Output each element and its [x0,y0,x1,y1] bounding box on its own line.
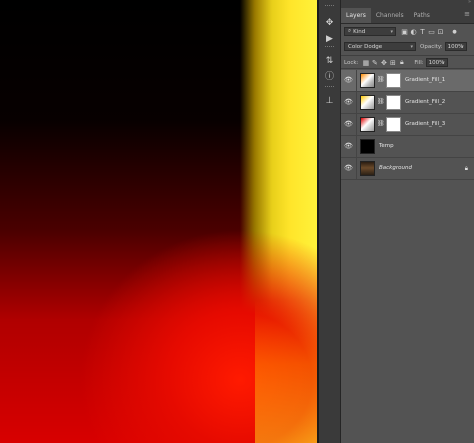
lock-icon: 🔒︎ [464,165,468,172]
layer-mask-thumbnail[interactable] [386,73,401,88]
eye-icon[interactable]: 👁︎ [344,76,353,85]
lock-artboard-icon[interactable]: ⊞ [388,59,397,67]
layer-name[interactable]: Background [379,165,412,171]
document-canvas[interactable] [0,0,317,443]
play-icon[interactable]: ▶ [322,32,337,45]
kind-filter-dropdown[interactable]: ⌕ Kind ▾ [344,27,396,36]
lock-position-icon[interactable]: ✥ [379,59,388,67]
tab-layers[interactable]: Layers [341,8,371,23]
collapse-icon[interactable]: » [468,0,471,5]
blend-row: Color Dodge ▾ Opacity: 100% ▾ [341,42,474,51]
link-icon[interactable]: ⛓︎ [377,98,385,105]
filter-row: ⌕ Kind ▾ ▣ ◐ T ▭ ⊡ ● [341,27,474,36]
chevron-down-icon: ▾ [461,43,464,50]
layer-thumbnail[interactable] [360,161,375,176]
gradient-fill-thumbnail[interactable] [360,95,375,110]
tab-channels[interactable]: Channels [371,8,409,23]
layer-row[interactable]: 👁︎ ⛓︎ Gradient_Fill_2 [341,92,474,114]
chevron-down-icon: ▾ [410,43,413,50]
divider [341,55,474,56]
panel-menu-icon[interactable]: ≡ [464,10,470,18]
divider [356,136,357,158]
gradient-fill-thumbnail[interactable] [360,73,375,88]
link-icon[interactable]: ⛓︎ [377,120,385,127]
layer-name[interactable]: Gradient_Fill_1 [405,77,445,83]
opacity-label: Opacity: [420,43,443,50]
canvas-glow [255,300,317,443]
filter-adjustment-icon[interactable]: ◐ [409,28,418,36]
clone-stamp-icon[interactable]: ⊥ [322,94,337,107]
strip-grip[interactable] [325,86,334,89]
filter-pixel-icon[interactable]: ▣ [400,28,409,36]
chevron-down-icon: ▾ [442,59,445,66]
blend-mode-value: Color Dodge [348,43,383,50]
blend-mode-dropdown[interactable]: Color Dodge ▾ [344,42,416,51]
filter-smart-object-icon[interactable]: ⊡ [436,28,445,36]
lock-label: Lock: [344,59,359,66]
lock-image-icon[interactable]: ✎ [370,59,379,67]
layer-name[interactable]: Gradient_Fill_2 [405,99,445,105]
strip-grip[interactable] [325,5,334,8]
fill-input[interactable]: 100% ▾ [425,58,448,67]
divider [356,158,357,180]
layers-panel: » Layers Channels Paths ≡ ⌕ Kind ▾ ▣ ◐ T… [341,0,474,443]
layer-name[interactable]: Gradient_Fill_3 [405,121,445,127]
strip-grip[interactable] [325,46,334,49]
lock-all-icon[interactable]: 🔒︎ [397,58,406,67]
collapsed-panel-strip: ✥ ▶ ⇅ ⓘ ⊥ [319,0,341,443]
layer-row[interactable]: 👁︎ Temp [341,136,474,158]
eye-icon[interactable]: 👁︎ [344,120,353,129]
tab-paths[interactable]: Paths [409,8,435,23]
kind-filter-label: Kind [353,28,366,35]
layer-name[interactable]: Temp [379,143,394,149]
lock-row: Lock: ▦ ✎ ✥ ⊞ 🔒︎ Fill: 100% ▾ [341,58,474,67]
filter-toggle-icon[interactable]: ● [451,29,458,35]
layer-thumbnail[interactable] [360,139,375,154]
move-arrows-icon[interactable]: ✥ [322,16,337,29]
lock-transparent-icon[interactable]: ▦ [361,59,370,67]
divider [356,92,357,114]
filter-type-icon[interactable]: T [418,28,427,36]
gradient-fill-thumbnail[interactable] [360,117,375,132]
layer-mask-thumbnail[interactable] [386,117,401,132]
link-icon[interactable]: ⛓︎ [377,76,385,83]
search-icon: ⌕ [348,28,352,34]
layer-row[interactable]: 👁︎ Background 🔒︎ [341,158,474,180]
eye-icon[interactable]: 👁︎ [344,164,353,173]
filter-shape-icon[interactable]: ▭ [427,28,436,36]
layer-mask-thumbnail[interactable] [386,95,401,110]
eye-icon[interactable]: 👁︎ [344,98,353,107]
divider [356,70,357,92]
adjust-icon[interactable]: ⇅ [322,54,337,67]
panel-tabs: Layers Channels Paths ≡ [341,6,474,24]
eye-icon[interactable]: 👁︎ [344,142,353,151]
chevron-down-icon: ▾ [390,28,393,35]
divider [356,114,357,136]
fill-label: Fill: [414,59,424,66]
divider [341,68,474,69]
layer-list: 👁︎ ⛓︎ Gradient_Fill_1 👁︎ ⛓︎ Gradient_Fil… [341,70,474,180]
layer-row[interactable]: 👁︎ ⛓︎ Gradient_Fill_1 [341,70,474,92]
opacity-input[interactable]: 100% ▾ [444,42,467,51]
info-icon[interactable]: ⓘ [322,69,337,82]
layer-row[interactable]: 👁︎ ⛓︎ Gradient_Fill_3 [341,114,474,136]
